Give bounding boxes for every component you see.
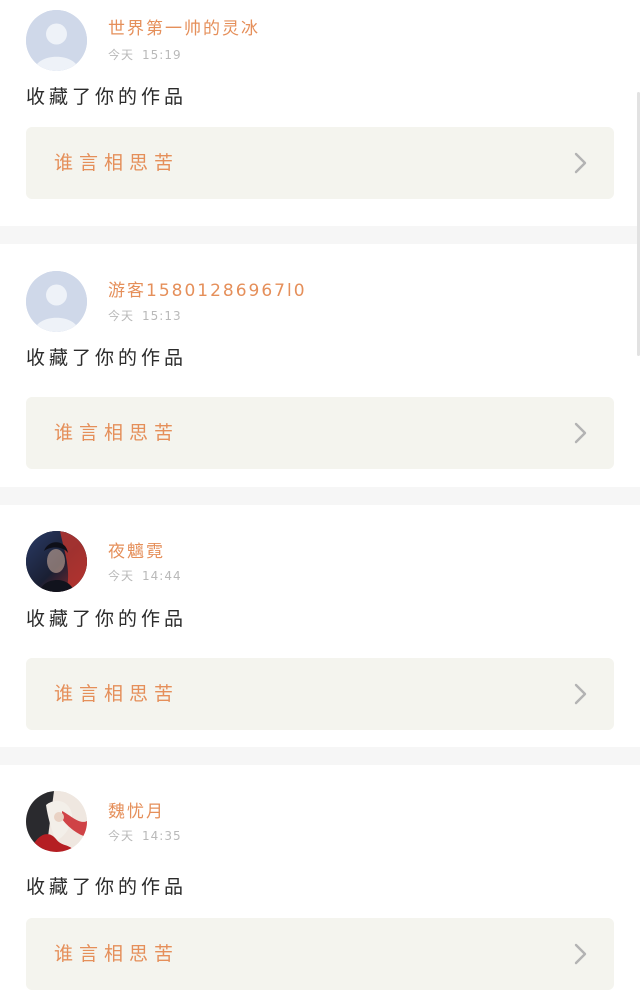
notification-card: 魏忧月 今天 14:35 收藏了你的作品 谁言相思苦	[0, 765, 640, 1004]
work-title: 谁言相思苦	[54, 422, 180, 444]
avatar[interactable]	[26, 531, 87, 592]
username[interactable]: 夜魑霓	[108, 541, 165, 563]
work-link-button[interactable]: 谁言相思苦	[26, 127, 614, 199]
card-separator	[0, 487, 640, 505]
time-value: 15:13	[142, 309, 182, 323]
chevron-right-icon	[574, 683, 588, 705]
chevron-right-icon	[574, 422, 588, 444]
chevron-right-icon	[574, 152, 588, 174]
timestamp: 今天 14:44	[108, 568, 182, 584]
timestamp: 今天 15:13	[108, 308, 182, 324]
person-silhouette-icon	[26, 10, 87, 71]
card-separator	[0, 226, 640, 244]
photo-avatar-illustration	[26, 791, 87, 852]
username[interactable]: 世界第一帅的灵冰	[108, 18, 260, 40]
timestamp: 今天 14:35	[108, 828, 182, 844]
chevron-right-icon	[574, 943, 588, 965]
notification-card: 夜魑霓 今天 14:44 收藏了你的作品 谁言相思苦	[0, 505, 640, 748]
username[interactable]: 游客15801286967l0	[108, 280, 307, 302]
work-title: 谁言相思苦	[54, 683, 180, 705]
work-link-button[interactable]: 谁言相思苦	[26, 918, 614, 990]
time-day-label: 今天	[108, 309, 135, 323]
avatar[interactable]	[26, 271, 87, 332]
photo-avatar-dark	[26, 531, 87, 592]
timestamp: 今天 15:19	[108, 47, 182, 63]
time-day-label: 今天	[108, 48, 135, 62]
time-value: 14:44	[142, 569, 182, 583]
notification-card: 游客15801286967l0 今天 15:13 收藏了你的作品 谁言相思苦	[0, 244, 640, 487]
avatar[interactable]	[26, 10, 87, 71]
work-title: 谁言相思苦	[54, 943, 180, 965]
work-title: 谁言相思苦	[54, 152, 180, 174]
notification-feed: 世界第一帅的灵冰 今天 15:19 收藏了你的作品 谁言相思苦 游客1580128…	[0, 0, 640, 1004]
time-day-label: 今天	[108, 569, 135, 583]
action-text: 收藏了你的作品	[26, 608, 188, 630]
action-text: 收藏了你的作品	[26, 86, 188, 108]
work-link-button[interactable]: 谁言相思苦	[26, 397, 614, 469]
time-value: 14:35	[142, 829, 182, 843]
action-text: 收藏了你的作品	[26, 347, 188, 369]
time-value: 15:19	[142, 48, 182, 62]
username[interactable]: 魏忧月	[108, 801, 165, 823]
card-separator	[0, 747, 640, 765]
action-text: 收藏了你的作品	[26, 876, 188, 898]
person-silhouette-icon	[26, 271, 87, 332]
avatar[interactable]	[26, 791, 87, 852]
time-day-label: 今天	[108, 829, 135, 843]
work-link-button[interactable]: 谁言相思苦	[26, 658, 614, 730]
notification-card: 世界第一帅的灵冰 今天 15:19 收藏了你的作品 谁言相思苦	[0, 0, 640, 243]
